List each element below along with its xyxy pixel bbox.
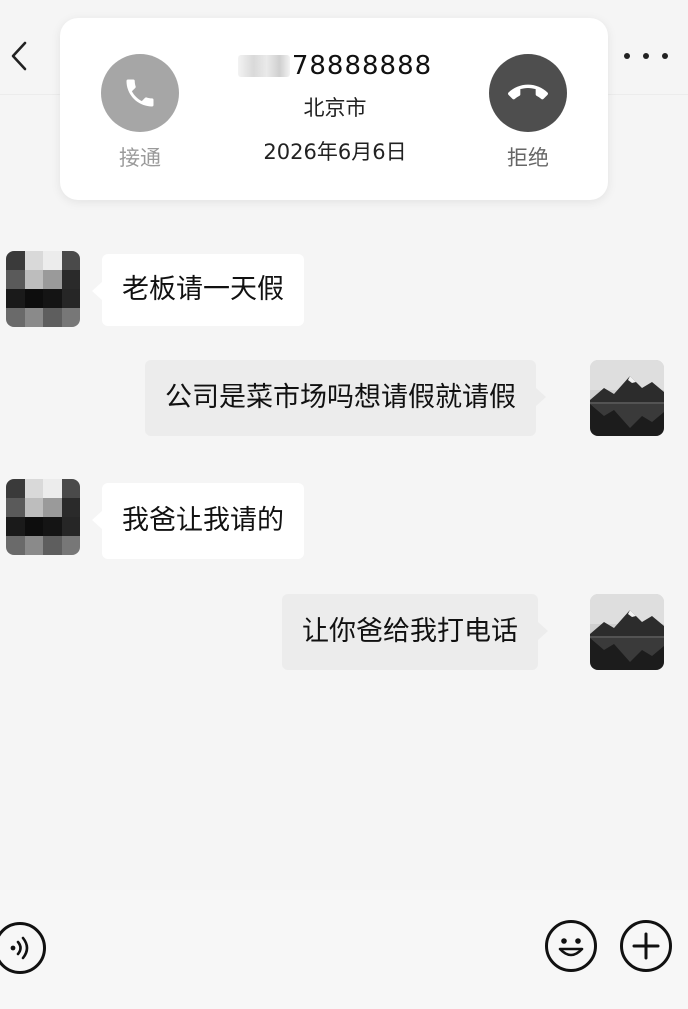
chevron-left-icon: [11, 41, 27, 71]
caller-number-row: 78888888: [230, 48, 440, 84]
incoming-call-card: 接通 78888888 北京市 2026年6月6日 拒绝: [60, 18, 608, 200]
phone-hangup-icon: [508, 84, 548, 100]
message-bubble-incoming[interactable]: 老板请一天假: [92, 254, 304, 326]
back-button[interactable]: [4, 38, 34, 74]
caller-number: 78888888: [291, 51, 433, 81]
mountain-lake-image: [590, 360, 664, 436]
accept-call-button[interactable]: 接通: [100, 54, 180, 172]
emoji-button[interactable]: [545, 920, 597, 972]
my-avatar[interactable]: [590, 594, 664, 670]
call-date: 2026年6月6日: [263, 140, 407, 164]
number-blur: [237, 55, 290, 77]
reject-label: 拒绝: [507, 146, 549, 170]
emoji-icon: [558, 938, 584, 957]
reject-call-button[interactable]: 拒绝: [488, 54, 568, 172]
phone-icon: [126, 79, 154, 107]
mountain-lake-image: [590, 594, 664, 670]
plus-button[interactable]: [620, 920, 672, 972]
my-avatar[interactable]: [590, 360, 664, 436]
contact-avatar[interactable]: [6, 479, 80, 555]
message-bubble-incoming[interactable]: 我爸让我请的: [92, 483, 304, 559]
chat-screen: 接通 78888888 北京市 2026年6月6日 拒绝 老板请一天假 公司是菜…: [0, 0, 688, 1009]
message-text: 让你爸给我打电话: [302, 616, 518, 647]
accept-label: 接通: [119, 146, 161, 170]
reject-circle[interactable]: [489, 54, 567, 132]
plus-icon: [632, 932, 660, 960]
message-bubble-outgoing[interactable]: 让你爸给我打电话: [282, 594, 548, 670]
contact-avatar[interactable]: [6, 251, 80, 327]
message-text: 老板请一天假: [122, 274, 284, 305]
message-bubble-outgoing[interactable]: 公司是菜市场吗想请假就请假: [145, 360, 546, 436]
accept-circle[interactable]: [101, 54, 179, 132]
more-dots-icon[interactable]: [624, 42, 668, 70]
message-text: 我爸让我请的: [122, 505, 284, 536]
voice-icon: [10, 936, 29, 960]
message-text: 公司是菜市场吗想请假就请假: [165, 382, 516, 413]
caller-city: 北京市: [303, 96, 367, 120]
caller-info: 78888888 北京市 2026年6月6日: [230, 48, 440, 166]
